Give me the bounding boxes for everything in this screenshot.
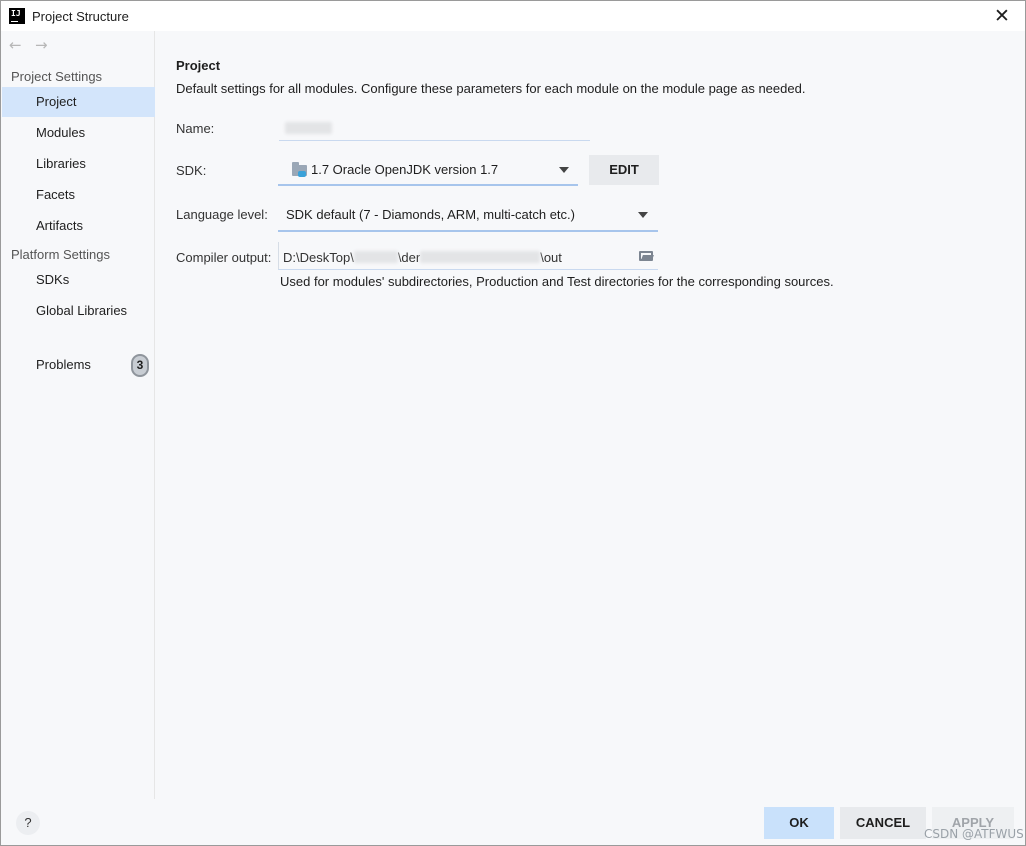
open-folder-icon[interactable] xyxy=(639,251,653,261)
help-button[interactable]: ? xyxy=(16,811,40,835)
sdk-dropdown[interactable]: 1.7 Oracle OpenJDK version 1.7 xyxy=(278,153,578,186)
window-title: Project Structure xyxy=(32,9,129,24)
problems-count-badge: 3 xyxy=(131,354,149,377)
group-platform-settings: Platform Settings xyxy=(11,247,110,262)
intellij-icon: IJ xyxy=(9,8,25,24)
sdk-label: SDK: xyxy=(176,163,207,178)
sidebar-item-facets[interactable]: Facets xyxy=(2,180,155,210)
redacted-name xyxy=(285,122,332,134)
dialog-footer: ? OK CANCEL APPLY xyxy=(1,799,1025,845)
name-field[interactable] xyxy=(279,115,590,141)
watermark: CSDN @ATFWUS xyxy=(924,827,1024,841)
group-project-settings: Project Settings xyxy=(11,69,103,84)
page-description: Default settings for all modules. Config… xyxy=(176,81,806,96)
jdk-folder-icon xyxy=(292,162,307,177)
redacted-path-segment xyxy=(353,251,398,263)
compiler-output-field[interactable]: D:\DeskTop\ \der \out xyxy=(278,242,658,270)
sidebar-item-artifacts[interactable]: Artifacts xyxy=(2,211,155,241)
chevron-down-icon xyxy=(559,167,569,173)
language-level-dropdown[interactable]: SDK default (7 - Diamonds, ARM, multi-ca… xyxy=(278,199,658,232)
project-structure-dialog: IJ Project Structure ✕ ← → Project Setti… xyxy=(0,0,1026,846)
compiler-output-label: Compiler output: xyxy=(176,250,272,265)
page-title: Project xyxy=(176,58,221,73)
edit-sdk-button[interactable]: EDIT xyxy=(589,155,659,185)
language-level-label: Language level: xyxy=(176,207,268,222)
redacted-path-segment xyxy=(420,251,541,263)
problems-label: Problems xyxy=(36,357,91,372)
sidebar: ← → Project Settings Project Modules Lib… xyxy=(1,31,155,799)
compiler-output-value: D:\DeskTop\ \der \out xyxy=(283,250,562,265)
sidebar-item-sdks[interactable]: SDKs xyxy=(2,265,155,295)
ok-button[interactable]: OK xyxy=(764,807,834,839)
sidebar-item-global-libraries[interactable]: Global Libraries xyxy=(2,296,155,326)
sidebar-item-problems[interactable]: Problems 3 xyxy=(2,350,155,380)
sidebar-item-libraries[interactable]: Libraries xyxy=(2,149,155,179)
chevron-down-icon xyxy=(638,212,648,218)
name-label: Name: xyxy=(176,121,215,136)
close-icon[interactable]: ✕ xyxy=(986,5,1018,27)
main-panel: Project Default settings for all modules… xyxy=(156,31,1025,799)
sidebar-item-project[interactable]: Project xyxy=(2,87,155,117)
cancel-button[interactable]: CANCEL xyxy=(840,807,926,839)
compiler-output-hint: Used for modules' subdirectories, Produc… xyxy=(280,274,834,289)
sdk-selected-value: 1.7 Oracle OpenJDK version 1.7 xyxy=(311,162,499,177)
language-level-value: SDK default (7 - Diamonds, ARM, multi-ca… xyxy=(286,207,575,222)
title-bar: IJ Project Structure ✕ xyxy=(1,1,1025,31)
sidebar-item-modules[interactable]: Modules xyxy=(2,118,155,148)
back-arrow-icon[interactable]: ← xyxy=(9,36,22,54)
forward-arrow-icon[interactable]: → xyxy=(35,36,48,54)
